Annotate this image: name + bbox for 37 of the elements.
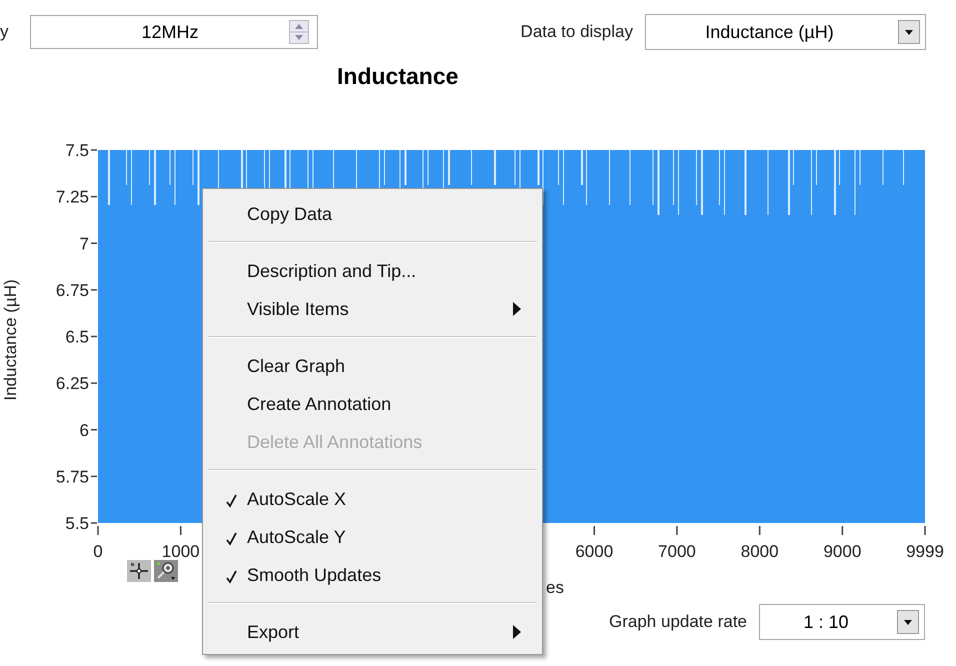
graph-title: Inductance <box>336 62 460 90</box>
data-dropdown[interactable]: Inductance (µH) <box>645 14 926 50</box>
x-tick-label: 9999 <box>906 542 944 561</box>
y-tick-label: 5.5 <box>65 514 89 533</box>
frequency-field[interactable]: 12MHz <box>30 15 318 49</box>
x-tick-label: 8000 <box>740 542 779 561</box>
y-tick-label: 5.75 <box>56 467 89 486</box>
x-tick-label: 1000 <box>162 542 200 561</box>
menu-item[interactable]: Visible Items <box>247 298 349 320</box>
field-label: Data to display <box>520 22 633 42</box>
x-tick-label: 0 <box>93 542 103 561</box>
menu-item[interactable]: Description and Tip... <box>247 260 416 282</box>
y-tick-label: 6 <box>80 420 89 440</box>
menu-item[interactable]: Export <box>247 622 300 642</box>
y-axis-label: Inductance (µH) <box>1 279 20 401</box>
x-tick-label: 7000 <box>658 542 696 561</box>
menu-item[interactable]: AutoScale Y <box>247 526 346 548</box>
y-tick-label: 6.75 <box>56 280 89 300</box>
menu-item[interactable]: Clear Graph <box>247 356 346 376</box>
y-tick-label: 7.5 <box>65 141 89 160</box>
menu-item[interactable]: AutoScale X <box>247 488 346 510</box>
zoom-tool-icon[interactable] <box>154 560 178 582</box>
spinner-icon[interactable] <box>289 20 309 44</box>
field-label: y <box>0 22 10 42</box>
menu-item[interactable]: Copy Data <box>247 204 332 224</box>
menu-item[interactable]: Create Annotation <box>247 394 392 414</box>
x-tick-label: 9000 <box>823 542 862 561</box>
update-rate-dropdown[interactable]: 1 : 10 <box>759 604 925 640</box>
x-axis-label: es <box>546 578 564 598</box>
y-tick-label: 7 <box>80 234 89 254</box>
menu-item[interactable]: Smooth Updates <box>247 564 382 586</box>
y-tick-label: 6.5 <box>65 328 89 346</box>
field-label: Graph update rate <box>609 612 747 632</box>
y-tick-label: 7.25 <box>56 188 89 207</box>
x-tick-label: 6000 <box>575 542 614 561</box>
cursor-tool-icon[interactable] <box>127 560 151 582</box>
y-tick-label: 6.25 <box>56 374 89 394</box>
